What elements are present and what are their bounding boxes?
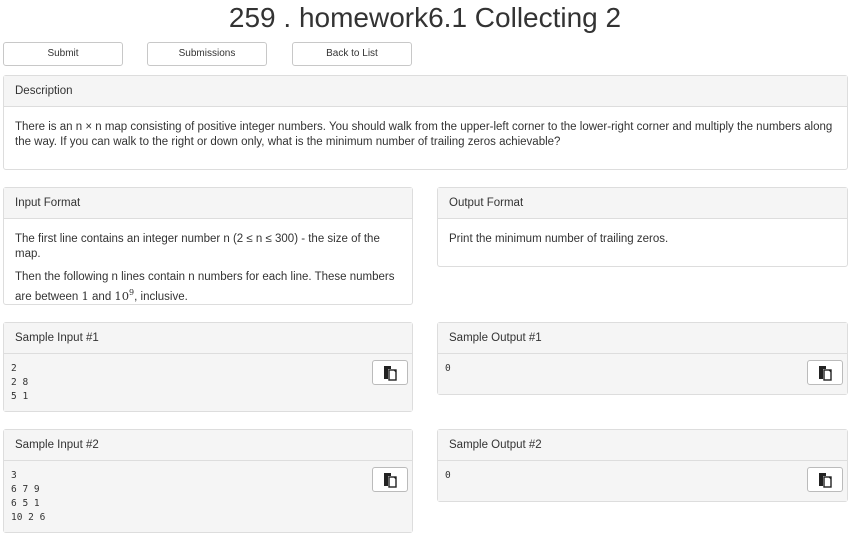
copy-icon — [819, 365, 832, 381]
input-format-line1: The first line contains an integer numbe… — [15, 233, 380, 260]
description-heading: Description — [4, 76, 847, 107]
page-title: 259 . homework6.1 Collecting 2 — [228, 2, 622, 33]
output-format-heading: Output Format — [438, 188, 847, 219]
input-format-line2: Then the following n lines contain n num… — [15, 271, 395, 303]
sample-input-1-text[interactable]: 2 2 8 5 1 — [4, 354, 412, 412]
submissions-button[interactable]: Submissions — [147, 42, 267, 66]
sample-input-1-panel: Sample Input #1 2 2 8 5 1 — [3, 322, 413, 412]
copy-icon — [384, 472, 397, 488]
copy-sample-input-2-button[interactable] — [372, 467, 408, 492]
sample-output-2-heading: Sample Output #2 — [438, 430, 847, 461]
input-format-panel: Input Format The first line contains an … — [3, 187, 413, 305]
copy-sample-output-2-button[interactable] — [807, 467, 843, 492]
back-to-list-button[interactable]: Back to List — [292, 42, 412, 66]
copy-sample-input-1-button[interactable] — [372, 360, 408, 385]
copy-icon — [819, 472, 832, 488]
output-format-text: Print the minimum number of trailing zer… — [449, 233, 669, 245]
sample-input-2-text[interactable]: 3 6 7 9 6 5 1 10 2 6 — [4, 461, 412, 533]
sample-output-1-heading: Sample Output #1 — [438, 323, 847, 354]
submit-button[interactable]: Submit — [3, 42, 123, 66]
input-format-heading: Input Format — [4, 188, 412, 219]
output-format-panel: Output Format Print the minimum number o… — [437, 187, 848, 267]
sample-output-2-text[interactable]: 0 — [438, 461, 847, 491]
description-panel: Description There is an n × n map consis… — [3, 75, 848, 170]
copy-icon — [384, 365, 397, 381]
sample-input-1-heading: Sample Input #1 — [4, 323, 412, 354]
sample-input-2-heading: Sample Input #2 — [4, 430, 412, 461]
copy-sample-output-1-button[interactable] — [807, 360, 843, 385]
sample-output-1-panel: Sample Output #1 0 — [437, 322, 848, 395]
sample-output-1-text[interactable]: 0 — [438, 354, 847, 384]
sample-output-2-panel: Sample Output #2 0 — [437, 429, 848, 502]
description-text: There is an n × n map consisting of posi… — [15, 121, 833, 148]
sample-input-2-panel: Sample Input #2 3 6 7 9 6 5 1 10 2 6 — [3, 429, 413, 533]
